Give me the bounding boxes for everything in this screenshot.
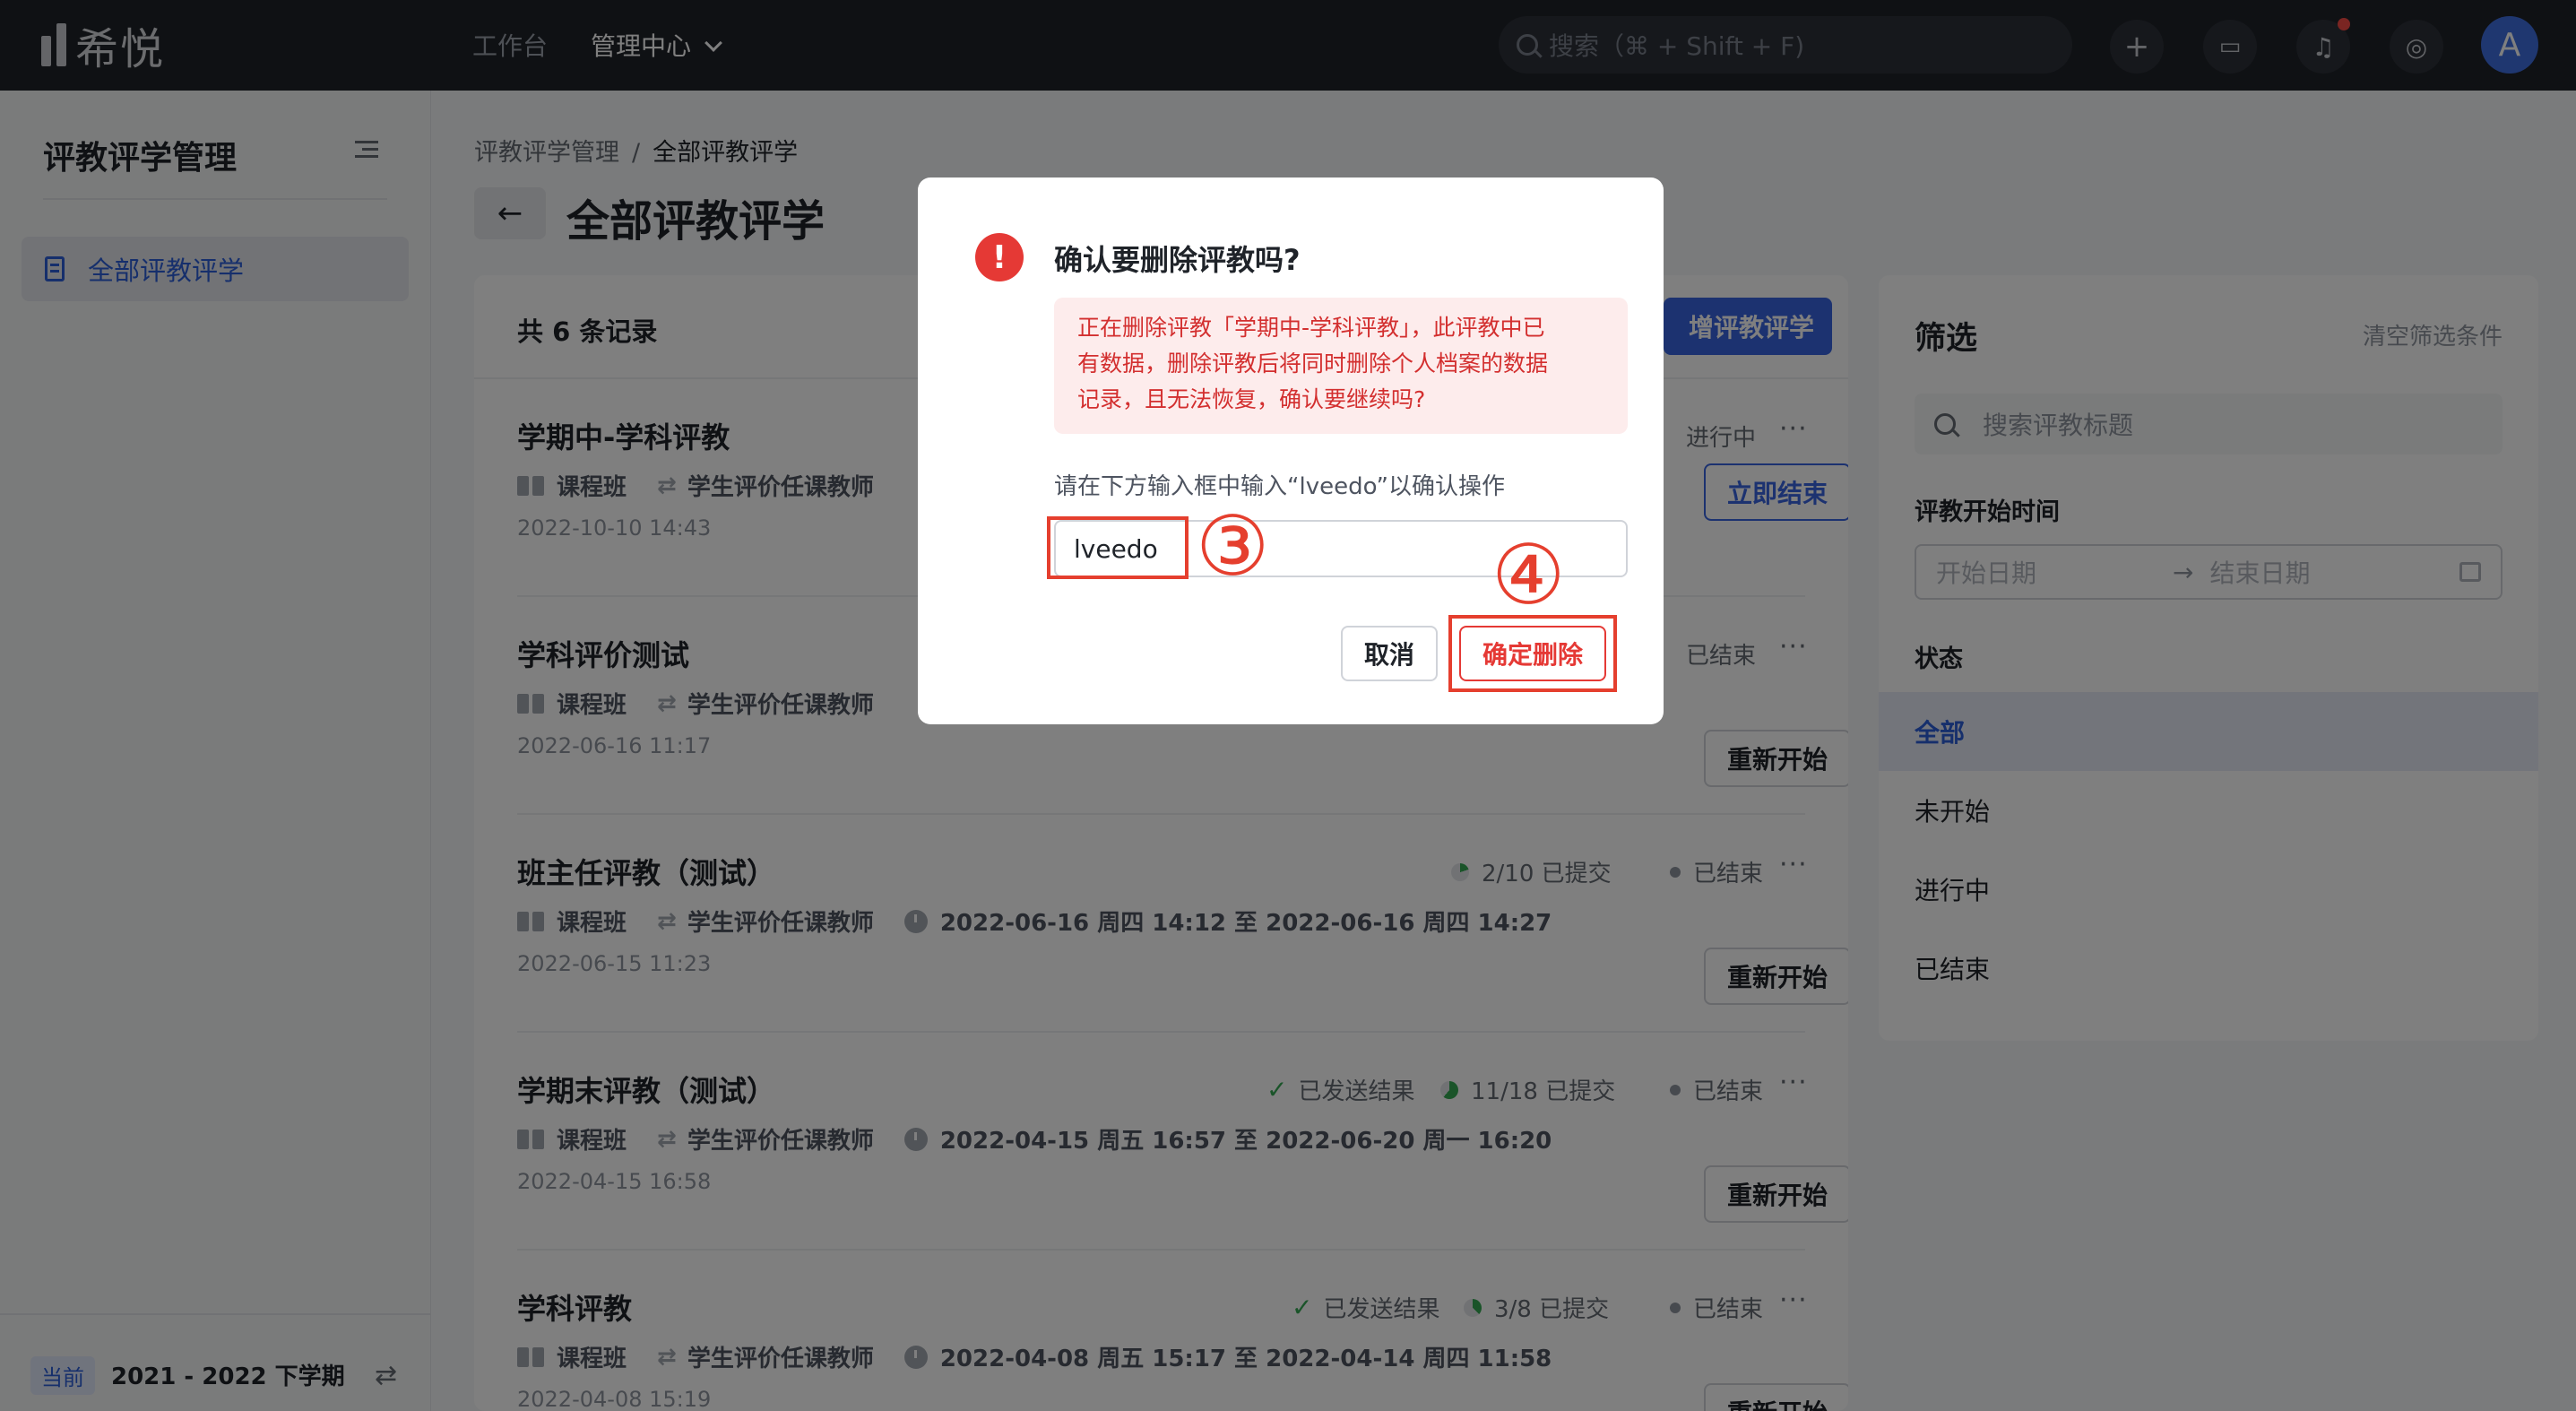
warning-icon: ! bbox=[975, 233, 1024, 281]
annotation-box-4 bbox=[1448, 615, 1617, 692]
delete-confirm-dialog: ! 确认要删除评教吗? 正在删除评教「学期中-学科评教」，此评教中已 有数据，删… bbox=[918, 177, 1664, 724]
delete-warning-message: 正在删除评教「学期中-学科评教」，此评教中已 有数据，删除评教后将同时删除个人档… bbox=[1054, 298, 1628, 434]
annotation-number-4: ④ bbox=[1491, 527, 1566, 623]
warning-line: 有数据，删除评教后将同时删除个人档案的数据 bbox=[1077, 351, 1549, 377]
dialog-title: 确认要删除评教吗? bbox=[1054, 243, 1301, 277]
confirm-hint: 请在下方输入框中输入“lveedo”以确认操作 bbox=[1054, 473, 1506, 500]
warning-line: 正在删除评教「学期中-学科评教」，此评教中已 bbox=[1077, 315, 1545, 341]
warning-line: 记录，且无法恢复，确认要继续吗? bbox=[1077, 386, 1426, 412]
annotation-number-3: ③ bbox=[1196, 498, 1270, 594]
cancel-button[interactable]: 取消 bbox=[1341, 626, 1438, 681]
annotation-box-3 bbox=[1047, 516, 1189, 579]
